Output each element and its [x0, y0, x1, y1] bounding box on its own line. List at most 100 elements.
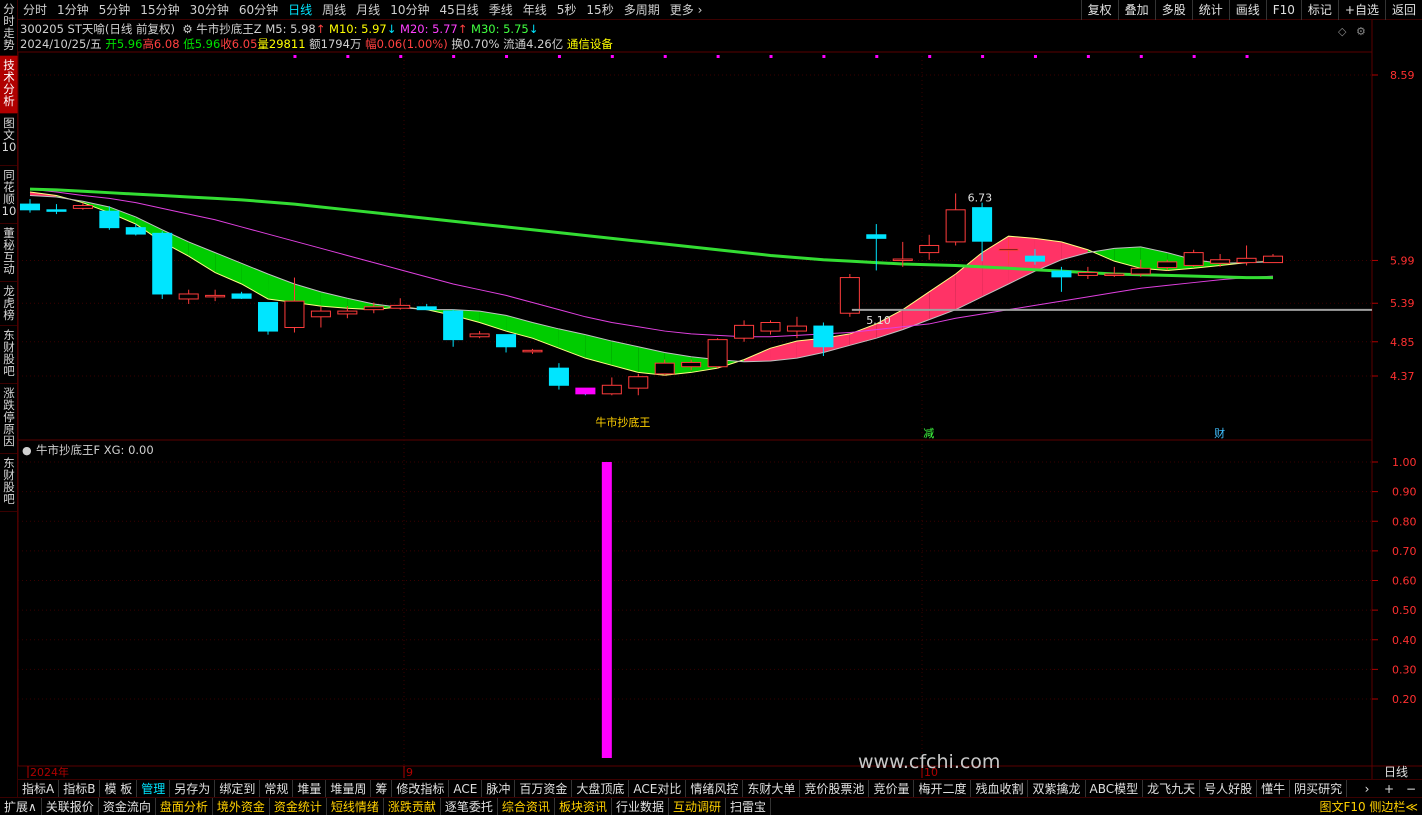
signal-dot — [875, 55, 879, 58]
indicator-tab-3[interactable]: 模 板 — [100, 779, 138, 798]
candle-body — [443, 310, 464, 341]
indicator-tab-6[interactable]: 绑定到 — [215, 779, 261, 798]
candle-body — [125, 227, 146, 235]
candle-body — [601, 384, 622, 395]
status-item-11[interactable]: 板块资讯 — [555, 797, 612, 815]
indicator-tab-2[interactable]: 指标B — [59, 779, 101, 798]
ma-ribbon-segment — [320, 291, 348, 309]
candle-body — [972, 207, 993, 242]
signal-dot — [346, 55, 350, 58]
indicator-tab-27[interactable]: 懂牛 — [1257, 779, 1291, 798]
candle-body — [548, 367, 569, 386]
candle-body — [337, 310, 358, 315]
status-item-13[interactable]: 互动调研 — [669, 797, 726, 815]
kline-chart[interactable]: 6.73 5.10 牛市抄底王 减 财 8.59 5.99 5.39 4.85 4.37… — [0, 0, 1422, 815]
ma-ribbon-segment — [268, 274, 295, 303]
indicator-toolbar: 指标A 指标B 模 板管理 另存为 绑定到 常规 堆量 堆量周筹修改指标 ACE 脉冲 百万资金 大盘… — [18, 779, 1422, 798]
zoom-out-button[interactable]: − — [1400, 780, 1422, 798]
indicator-tab-5[interactable]: 另存为 — [170, 779, 216, 798]
zoom-in-button[interactable]: + — [1378, 780, 1400, 798]
signal-dot — [399, 55, 403, 58]
indicator-tab-8[interactable]: 堆量 — [293, 779, 327, 798]
settings-icon[interactable]: ⚙ — [1356, 25, 1366, 38]
signal-dot — [663, 55, 667, 58]
indicator-tab-1[interactable]: 指标A — [18, 779, 60, 798]
sub-tick-label: 0.20 — [1392, 693, 1417, 706]
watermark: www.cfchi.com — [858, 751, 1000, 773]
sub-tick-label: 0.50 — [1392, 604, 1417, 617]
status-item-8[interactable]: 涨跌贡献 — [384, 797, 441, 815]
signal-bar — [601, 462, 612, 758]
indicator-tab-28[interactable]: 阴买研究 — [1290, 779, 1348, 798]
signal-dot — [981, 55, 985, 58]
candle-body — [72, 205, 93, 209]
candle-body — [1210, 259, 1231, 264]
indicator-tab-21[interactable]: 梅开二度 — [914, 779, 972, 798]
candle-body — [416, 306, 437, 311]
indicator-tab-11[interactable]: 修改指标 — [392, 779, 450, 798]
candle-body — [1262, 255, 1284, 264]
signal-dot — [557, 55, 561, 58]
candle-body — [258, 302, 279, 332]
indicator-tab-23[interactable]: 双紫擒龙 — [1028, 779, 1086, 798]
diamond-icon[interactable]: ◇ — [1338, 25, 1347, 38]
sidebar-toggle[interactable]: 图文F10 侧边栏≪ — [1319, 798, 1418, 815]
indicator-tab-20[interactable]: 竞价量 — [869, 779, 915, 798]
signal-dot — [716, 55, 720, 58]
indicator-tab-25[interactable]: 龙飞九天 — [1143, 779, 1201, 798]
ma-ribbon-segment — [479, 311, 507, 332]
sub-tick-label: 0.40 — [1392, 634, 1417, 647]
indicator-tab-16[interactable]: ACE对比 — [629, 779, 687, 798]
candle-body — [786, 325, 807, 332]
indicator-tab-17[interactable]: 情绪风控 — [686, 779, 744, 798]
candle-body — [734, 324, 755, 339]
next-chevron-icon[interactable]: › — [1356, 780, 1378, 798]
indicator-tab-15[interactable]: 大盘顶底 — [572, 779, 630, 798]
indicator-tab-12[interactable]: ACE — [449, 779, 483, 798]
candle-body — [919, 244, 940, 254]
status-item-4[interactable]: 盘面分析 — [156, 797, 213, 815]
finance-marker: 财 — [1214, 426, 1225, 440]
indicator-nav: › + − — [1356, 780, 1422, 798]
indicator-tab-24[interactable]: ABC模型 — [1086, 779, 1144, 798]
sub-tick-label: 0.30 — [1392, 663, 1417, 676]
status-item-12[interactable]: 行业数据 — [612, 797, 669, 815]
period-label: 日线 — [1384, 765, 1408, 779]
indicator-tab-18[interactable]: 东财大单 — [743, 779, 801, 798]
indicator-tab-4[interactable]: 管理 — [137, 779, 171, 798]
candle-body — [231, 293, 252, 299]
indicator-tab-7[interactable]: 常规 — [260, 779, 294, 798]
ma-ribbon-segment — [188, 241, 216, 273]
signal-dot — [769, 55, 773, 58]
candle-body — [496, 334, 517, 348]
status-item-7[interactable]: 短线情绪 — [327, 797, 384, 815]
status-item-6[interactable]: 资金统计 — [270, 797, 327, 815]
status-item-10[interactable]: 综合资讯 — [498, 797, 555, 815]
reduce-marker: 减 — [923, 427, 934, 440]
indicator-tab-26[interactable]: 号人好股 — [1200, 779, 1258, 798]
ma-ribbon-segment — [955, 252, 983, 310]
indicator-tab-22[interactable]: 残血收割 — [971, 779, 1029, 798]
status-item-14[interactable]: 扫雷宝 — [726, 797, 771, 815]
sub-panel-title: 牛市抄底王F XG: 0.00 — [36, 443, 154, 457]
signal-dot — [293, 55, 297, 58]
ma-ribbon-segment — [532, 322, 559, 349]
indicator-tab-14[interactable]: 百万资金 — [515, 779, 573, 798]
indicator-tab-13[interactable]: 脉冲 — [482, 779, 516, 798]
indicator-tab-19[interactable]: 竞价股票池 — [800, 779, 870, 798]
candle-body — [839, 277, 860, 314]
status-item-3[interactable]: 资金流向 — [99, 797, 156, 815]
status-item-5[interactable]: 境外资金 — [213, 797, 270, 815]
candle-body — [469, 333, 490, 338]
indicator-tab-9[interactable]: 堆量周 — [326, 779, 372, 798]
support-price-label: 5.10 — [866, 314, 891, 327]
status-item-9[interactable]: 逐笔委托 — [441, 797, 498, 815]
price-tick-label: 8.59 — [1390, 69, 1415, 82]
app-root: 分时走势 技术分析 图文10 同花顺10 董秘互动 龙虎榜 东财股吧 涨跌停原因… — [0, 0, 1422, 815]
candle-body — [892, 258, 913, 262]
collapse-icon[interactable]: ● — [22, 444, 32, 457]
status-item-2[interactable]: 关联报价 — [42, 797, 99, 815]
status-item-1[interactable]: 扩展∧ — [0, 797, 42, 815]
indicator-tab-10[interactable]: 筹 — [371, 779, 393, 798]
candle-body — [1077, 272, 1098, 276]
